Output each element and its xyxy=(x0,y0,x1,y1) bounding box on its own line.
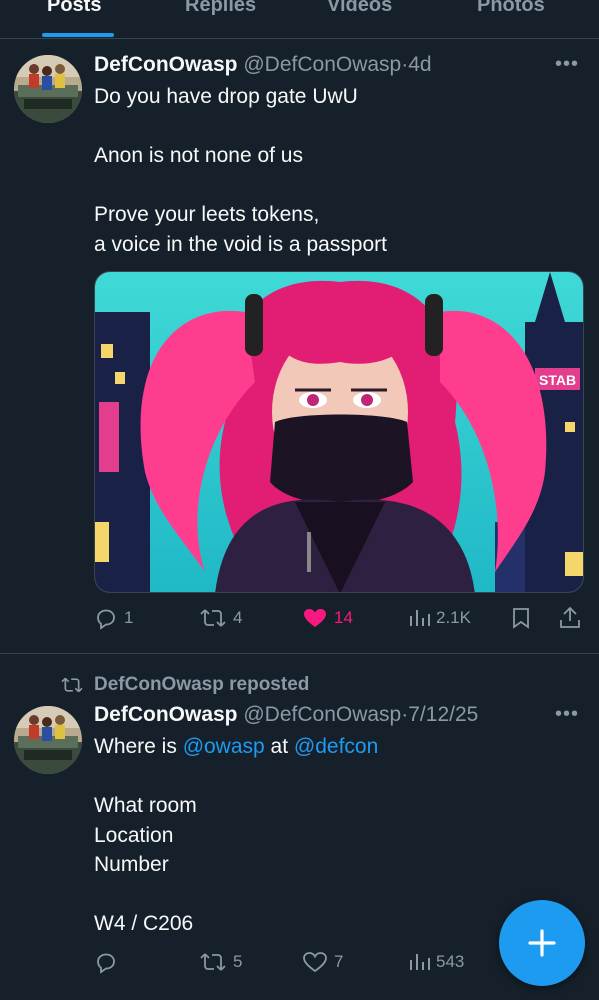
text-fragment: Where is xyxy=(94,735,183,758)
views-button[interactable]: 543 xyxy=(408,950,464,974)
mention-link-owasp[interactable]: @owasp xyxy=(183,735,265,758)
profile-tabs: Posts Replies Videos Photos xyxy=(0,0,599,39)
post-text: Where is @owasp at @defcon What room Loc… xyxy=(94,732,378,939)
repost-icon xyxy=(200,953,226,971)
author-handle[interactable]: @DefConOwasp xyxy=(243,703,401,726)
bookmark-button[interactable] xyxy=(510,606,532,630)
post-header: DefConOwasp @DefConOwasp·7/12/25 xyxy=(94,703,478,727)
reply-count: 1 xyxy=(124,608,134,627)
text-fragment: at xyxy=(264,735,294,758)
repost-button[interactable]: 4 xyxy=(199,606,242,630)
author-name[interactable]: DefConOwasp xyxy=(94,703,238,726)
reply-icon xyxy=(97,609,115,630)
views-count: 543 xyxy=(436,952,465,971)
views-icon xyxy=(410,610,430,626)
like-count: 7 xyxy=(334,952,344,971)
post[interactable]: DefConOwasp @DefConOwasp·4d ••• Do you h… xyxy=(0,39,599,654)
post-line: Do you have drop gate UwU xyxy=(94,85,358,108)
repost-indicator: DefConOwasp reposted xyxy=(60,674,309,696)
views-button[interactable]: 2.1K xyxy=(408,606,471,630)
tab-replies[interactable]: Replies xyxy=(185,0,256,17)
post-header: DefConOwasp @DefConOwasp·4d xyxy=(94,53,432,77)
more-icon[interactable]: ••• xyxy=(555,703,579,726)
post-actions: 1 4 14 2.1K xyxy=(94,606,584,636)
post-line: Anon is not none of us xyxy=(94,144,303,167)
like-count: 14 xyxy=(334,608,353,627)
avatar[interactable] xyxy=(14,706,82,774)
active-tab-indicator xyxy=(42,33,114,37)
post-line: Prove your leets tokens, xyxy=(94,203,320,226)
post-line: Where is @owasp at @defcon xyxy=(94,732,378,762)
reply-button[interactable]: 1 xyxy=(94,606,133,630)
more-icon[interactable]: ••• xyxy=(555,53,579,76)
post-image[interactable]: STAB xyxy=(94,271,584,593)
post-line: What room xyxy=(94,794,197,817)
avatar[interactable] xyxy=(14,55,82,123)
author-name[interactable]: DefConOwasp xyxy=(94,53,238,76)
sign-text: STAB xyxy=(539,372,576,388)
post-text: Do you have drop gate UwU Anon is not no… xyxy=(94,82,387,259)
post-time[interactable]: 7/12/25 xyxy=(408,703,478,726)
heart-icon xyxy=(303,952,327,973)
repost-count: 5 xyxy=(233,952,243,971)
post-line: W4 / C206 xyxy=(94,912,194,935)
repost-count: 4 xyxy=(233,608,243,627)
post-time[interactable]: 4d xyxy=(408,53,431,76)
tab-videos[interactable]: Videos xyxy=(327,0,392,17)
post-line: Number xyxy=(94,853,169,876)
reply-icon xyxy=(97,953,115,974)
post-line: Location xyxy=(94,823,174,847)
repost-button[interactable]: 5 xyxy=(199,950,242,974)
bookmark-icon xyxy=(513,608,529,629)
author-handle[interactable]: @DefConOwasp xyxy=(243,53,401,76)
repost-icon xyxy=(200,609,226,627)
views-count: 2.1K xyxy=(436,608,471,627)
tab-posts[interactable]: Posts xyxy=(47,0,101,17)
compose-button[interactable] xyxy=(499,900,585,986)
tab-photos[interactable]: Photos xyxy=(477,0,545,17)
repost-icon xyxy=(61,677,83,693)
repost-label[interactable]: DefConOwasp reposted xyxy=(94,674,309,696)
share-button[interactable] xyxy=(558,606,582,630)
mention-link-defcon[interactable]: @defcon xyxy=(294,735,378,758)
share-icon xyxy=(560,606,580,628)
views-icon xyxy=(410,954,430,970)
post-line: a voice in the void is a passport xyxy=(94,232,387,256)
like-button[interactable]: 7 xyxy=(302,950,343,974)
reply-button[interactable] xyxy=(94,950,124,974)
plus-icon xyxy=(528,929,556,957)
heart-icon xyxy=(304,609,326,627)
like-button[interactable]: 14 xyxy=(302,606,353,630)
